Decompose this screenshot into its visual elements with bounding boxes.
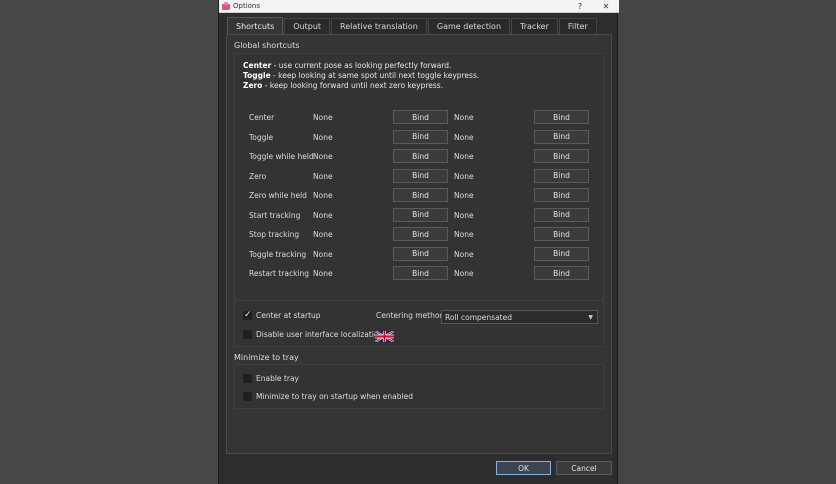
tab-relative-translation[interactable]: Relative translation [331, 18, 427, 34]
bind-primary-button[interactable]: Bind [393, 266, 448, 280]
shortcut-row-zero: Zero None Bind None Bind [235, 168, 605, 185]
shortcut-row-stop-tracking: Stop tracking None Bind None Bind [235, 227, 605, 243]
description-zero: Zero - keep looking forward until next z… [243, 81, 444, 90]
shortcut-key-primary: None [313, 191, 333, 200]
app-icon [222, 2, 230, 10]
shortcut-row-center: Center None Bind None Bind [235, 110, 605, 126]
shortcut-key-secondary: None [454, 152, 474, 161]
shortcut-key-primary: None [313, 132, 333, 142]
shortcut-key-primary: None [313, 152, 333, 161]
tray-options-group: Enable tray Minimize to tray on startup … [234, 364, 604, 409]
centering-method-select[interactable]: Roll compensated ▼ [441, 310, 598, 324]
bind-secondary-button[interactable]: Bind [534, 129, 589, 144]
shortcut-label: Center [249, 113, 275, 122]
center-at-startup-checkbox[interactable] [243, 310, 252, 320]
minimize-on-startup-checkbox[interactable] [243, 392, 252, 401]
shortcut-row-toggle: Toggle None Bind None Bind [235, 129, 605, 146]
shortcut-key-primary: None [313, 210, 333, 220]
tab-bar: Shortcuts Output Relative translation Ga… [227, 17, 598, 34]
shortcut-key-secondary: None [454, 191, 474, 200]
shortcut-key-secondary: None [454, 210, 474, 220]
chevron-down-icon: ▼ [588, 314, 593, 321]
bind-primary-button[interactable]: Bind [393, 207, 448, 222]
uk-flag-icon [375, 331, 394, 342]
disable-localization-label: Disable user interface localization [256, 330, 384, 339]
shortcut-key-primary: None [313, 230, 333, 239]
bind-secondary-button[interactable]: Bind [534, 149, 589, 163]
close-button[interactable]: ✕ [593, 2, 619, 11]
shortcut-label: Toggle while held [249, 152, 314, 161]
bind-primary-button[interactable]: Bind [393, 188, 448, 202]
bind-secondary-button[interactable]: Bind [534, 227, 589, 241]
shortcuts-panel: Global shortcuts Center - use current po… [226, 34, 612, 454]
minimize-on-startup-label: Minimize to tray on startup when enabled [256, 392, 413, 401]
bind-primary-button[interactable]: Bind [393, 227, 448, 241]
shortcut-key-secondary: None [454, 230, 474, 239]
shortcut-row-toggle-while-held: Toggle while held None Bind None Bind [235, 149, 605, 165]
shortcut-label: Toggle tracking [249, 249, 307, 259]
bind-secondary-button[interactable]: Bind [534, 188, 589, 202]
bind-secondary-button[interactable]: Bind [534, 266, 589, 280]
enable-tray-checkbox[interactable] [243, 374, 252, 383]
centering-method-label: Centering method [376, 311, 445, 320]
shortcut-row-start-tracking: Start tracking None Bind None Bind [235, 207, 605, 224]
title-bar: Options ? ✕ [219, 0, 619, 13]
bind-secondary-button[interactable]: Bind [534, 110, 589, 124]
shortcut-key-secondary: None [454, 249, 474, 259]
tab-tracker[interactable]: Tracker [511, 18, 558, 34]
tab-game-detection[interactable]: Game detection [427, 18, 511, 34]
global-shortcuts-title: Global shortcuts [234, 41, 300, 50]
shortcut-key-secondary: None [454, 113, 474, 122]
startup-options-group: Center at startup Centering method Roll … [234, 300, 604, 347]
shortcut-label: Stop tracking [249, 230, 300, 239]
enable-tray-label: Enable tray [256, 374, 299, 383]
desktop-background-left [0, 0, 218, 484]
bind-primary-button[interactable]: Bind [393, 168, 448, 183]
tab-output[interactable]: Output [284, 18, 331, 34]
cancel-button[interactable]: Cancel [556, 461, 612, 475]
description-center: Center - use current pose as looking per… [243, 61, 452, 70]
shortcut-row-restart-tracking: Restart tracking None Bind None Bind [235, 266, 605, 282]
shortcut-key-primary: None [313, 113, 333, 122]
shortcut-key-secondary: None [454, 269, 474, 278]
desktop-background-right [618, 0, 836, 484]
shortcut-key-primary: None [313, 269, 333, 278]
tab-filter[interactable]: Filter [558, 18, 597, 34]
description-toggle: Toggle - keep looking at same spot until… [243, 71, 480, 80]
center-at-startup-label: Center at startup [256, 311, 321, 320]
bind-primary-button[interactable]: Bind [393, 246, 448, 261]
bind-secondary-button[interactable]: Bind [534, 168, 589, 183]
shortcut-key-secondary: None [454, 132, 474, 142]
window-title: Options [233, 2, 261, 10]
shortcut-row-zero-while-held: Zero while held None Bind None Bind [235, 188, 605, 204]
global-shortcuts-group: Center - use current pose as looking per… [234, 53, 604, 328]
shortcut-label: Toggle [249, 132, 274, 142]
shortcut-label: Zero while held [249, 191, 307, 200]
shortcut-key-primary: None [313, 249, 333, 259]
bind-secondary-button[interactable]: Bind [534, 207, 589, 222]
shortcut-descriptions: Center - use current pose as looking per… [243, 61, 479, 91]
shortcut-label: Restart tracking [249, 269, 310, 278]
ok-button[interactable]: OK [496, 461, 551, 475]
shortcut-label: Start tracking [249, 210, 301, 220]
shortcut-label: Zero [249, 171, 267, 181]
bind-primary-button[interactable]: Bind [393, 149, 448, 163]
bind-primary-button[interactable]: Bind [393, 129, 448, 144]
shortcut-key-primary: None [313, 171, 333, 181]
minimize-to-tray-title: Minimize to tray [234, 353, 299, 362]
help-button[interactable]: ? [567, 2, 593, 11]
bind-primary-button[interactable]: Bind [393, 110, 448, 124]
disable-localization-checkbox[interactable] [243, 330, 252, 339]
shortcut-key-secondary: None [454, 171, 474, 181]
shortcut-row-toggle-tracking: Toggle tracking None Bind None Bind [235, 246, 605, 263]
options-dialog: Options ? ✕ Shortcuts Output Relative tr… [218, 0, 619, 484]
centering-method-value: Roll compensated [445, 312, 512, 322]
tab-shortcuts[interactable]: Shortcuts [227, 17, 284, 34]
bind-secondary-button[interactable]: Bind [534, 246, 589, 261]
